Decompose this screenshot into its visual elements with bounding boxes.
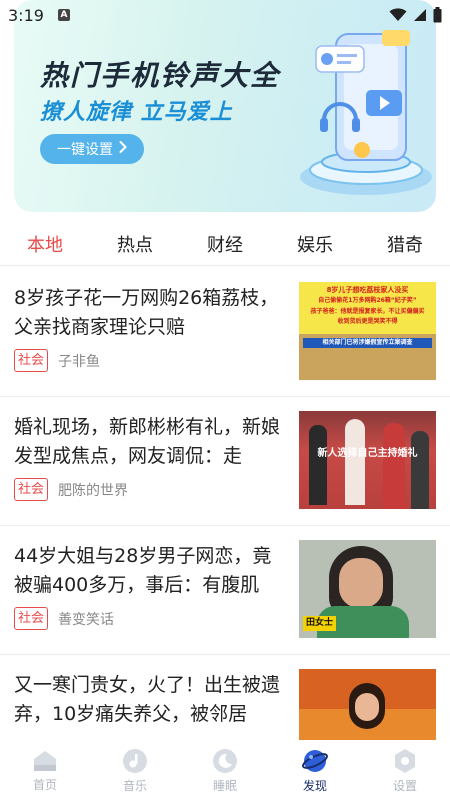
news-source: 子非鱼 bbox=[58, 353, 101, 370]
one-click-set-button[interactable]: 一键设置 bbox=[40, 134, 144, 164]
thumb-caption: 收到货后更是哭笑不得 bbox=[337, 318, 398, 325]
nav-settings[interactable]: 设置 bbox=[360, 740, 450, 801]
nav-discover[interactable]: 发现 bbox=[270, 740, 360, 801]
news-meta: 社会 子非鱼 bbox=[14, 349, 100, 372]
music-icon bbox=[123, 748, 147, 773]
tab-entertainment[interactable]: 娱乐 bbox=[270, 231, 360, 257]
thumb-caption: 田女士 bbox=[303, 616, 337, 631]
news-item[interactable]: 8岁孩子花一万网购26箱荔枝，父亲找商家理论只赔 社会 子非鱼 8岁儿子想吃荔枝… bbox=[0, 268, 450, 397]
tab-curiosity[interactable]: 猎奇 bbox=[360, 231, 450, 257]
banner-title: 热门手机铃声大全 bbox=[40, 59, 281, 92]
nav-label: 音乐 bbox=[122, 778, 147, 793]
tab-finance[interactable]: 财经 bbox=[180, 231, 270, 257]
bottom-navigation: 首页 音乐 睡眠 发现 设置 bbox=[0, 740, 450, 801]
news-thumbnail: 8岁儿子想吃荔枝家人没买 自己偷偷花1万多网购26箱“妃子笑” 孩子爸爸：他就是… bbox=[299, 282, 436, 380]
status-indicators bbox=[389, 7, 442, 23]
nav-label: 发现 bbox=[302, 778, 327, 793]
thumb-caption: 新人选择自己主持婚礼 bbox=[317, 448, 418, 459]
status-time: 3:19 bbox=[8, 5, 44, 25]
nav-music[interactable]: 音乐 bbox=[90, 740, 180, 801]
nav-home[interactable]: 首页 bbox=[0, 740, 90, 801]
tab-local[interactable]: 本地 bbox=[0, 231, 90, 257]
category-tabs: 本地 热点 财经 娱乐 猎奇 bbox=[0, 222, 450, 266]
signal-icon bbox=[414, 9, 426, 21]
thumb-caption: 相关部门已将涉嫌假宣传立案调查 bbox=[303, 338, 432, 348]
planet-icon bbox=[302, 749, 328, 772]
news-tag: 社会 bbox=[14, 607, 49, 630]
news-source: 善变笑话 bbox=[58, 611, 115, 628]
battery-icon bbox=[433, 7, 442, 23]
thumb-caption: 8岁儿子想吃荔枝家人没买 bbox=[326, 286, 409, 294]
news-item[interactable]: 44岁大姐与28岁男子网恋，竟被骗400多万，事后：有腹肌 社会 善变笑话 田女… bbox=[0, 526, 450, 655]
news-thumbnail: 新人选择自己主持婚礼 bbox=[299, 411, 436, 509]
moon-icon bbox=[213, 748, 237, 773]
news-tag: 社会 bbox=[14, 478, 49, 501]
nav-label: 首页 bbox=[32, 777, 57, 792]
banner-subtitle: 撩人旋律 立马爱上 bbox=[40, 100, 233, 125]
home-icon bbox=[34, 750, 56, 771]
notification-icon: A bbox=[57, 9, 70, 21]
chevron-right-icon bbox=[119, 141, 127, 157]
status-bar: 3:19 A bbox=[0, 0, 450, 30]
ringtone-banner[interactable]: 热门手机铃声大全 撩人旋律 立马爱上 一键设置 bbox=[14, 0, 436, 212]
phone-illustration bbox=[300, 30, 432, 195]
wifi-icon bbox=[389, 8, 407, 21]
nav-sleep[interactable]: 睡眠 bbox=[180, 740, 270, 801]
app-screen: 热门手机铃声大全 撩人旋律 立马爱上 一键设置 3:19 A 本地 热点 财经 … bbox=[0, 0, 450, 801]
thumb-caption: 自己偷偷花1万多网购26箱“妃子笑” bbox=[318, 297, 417, 304]
gear-icon bbox=[395, 748, 415, 773]
tab-hot[interactable]: 热点 bbox=[90, 231, 180, 257]
news-thumbnail: 田女士 bbox=[299, 540, 436, 638]
nav-label: 睡眠 bbox=[212, 778, 237, 793]
news-title: 44岁大姐与28岁男子网恋，竟被骗400多万，事后：有腹肌 bbox=[14, 545, 272, 596]
news-meta: 社会 善变笑话 bbox=[14, 607, 114, 630]
news-tag: 社会 bbox=[14, 349, 49, 372]
news-item[interactable]: 婚礼现场，新郎彬彬有礼，新娘发型成焦点，网友调侃：走 社会 肥陈的世界 新人选择… bbox=[0, 397, 450, 526]
news-source: 肥陈的世界 bbox=[58, 482, 129, 499]
thumb-caption: 孩子爸爸：他就是报复家长，不让买偏偏买 bbox=[310, 308, 425, 315]
news-meta: 社会 肥陈的世界 bbox=[14, 478, 128, 501]
news-title: 8岁孩子花一万网购26箱荔枝，父亲找商家理论只赔 bbox=[14, 287, 279, 338]
nav-label: 设置 bbox=[392, 778, 417, 793]
banner-button-label: 一键设置 bbox=[57, 142, 113, 158]
news-title: 又一寒门贵女，火了！出生被遗弃，10岁痛失养父，被邻居 bbox=[14, 674, 280, 725]
news-title: 婚礼现场，新郎彬彬有礼，新娘发型成焦点，网友调侃：走 bbox=[14, 416, 280, 467]
